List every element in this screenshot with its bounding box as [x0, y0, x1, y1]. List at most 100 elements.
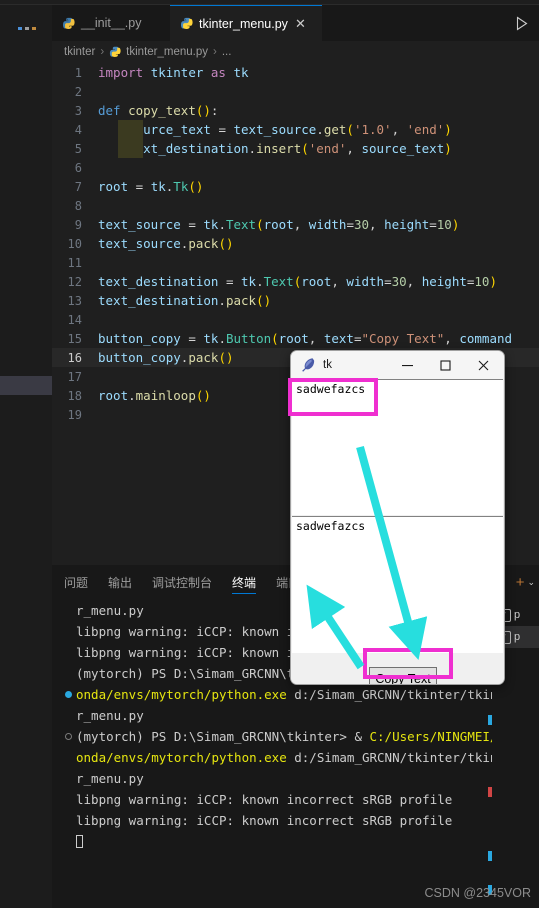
line-number: 1: [74, 65, 82, 80]
code-text: text_destination.pack(): [98, 293, 272, 308]
tab-label: tkinter_menu.py: [199, 16, 288, 31]
python-icon: [110, 46, 121, 58]
panel-tab-0[interactable]: 问题: [64, 565, 88, 600]
close-button[interactable]: [467, 351, 500, 379]
code-text: text_source.pack(): [98, 236, 234, 251]
code-line[interactable]: 9 text_source = tk.Text(root, width=30, h…: [52, 215, 539, 234]
breadcrumb-separator-icon: ›: [213, 46, 217, 58]
code-line[interactable]: 2: [52, 82, 539, 101]
python-icon: [62, 17, 75, 29]
code-text: text_destination = tk.Text(root, width=3…: [98, 274, 497, 289]
terminal-line: (mytorch) PS D:\Simam_GRCNN\tkinter> & C…: [60, 726, 492, 747]
tk-destination-textarea[interactable]: sadwefazcs: [292, 516, 503, 653]
terminal-text: r_menu.py: [76, 771, 144, 786]
indent-guide: [118, 120, 143, 139]
code-line[interactable]: 15 button_copy = tk.Button(root, text="Co…: [52, 329, 539, 348]
panel-tab-2[interactable]: 调试控制台: [152, 565, 212, 600]
code-line[interactable]: 8: [52, 196, 539, 215]
code-text: text_source = tk.Text(root, width=30, he…: [98, 217, 460, 232]
terminal-text: r_menu.py: [76, 708, 144, 723]
code-text: source_text = text_source.get('1.0', 'en…: [128, 122, 452, 137]
code-text: text_destination.insert('end', source_te…: [128, 141, 452, 156]
close-icon: [478, 360, 489, 370]
editor-tab-bar: __init__.py tkinter_menu.py ✕: [52, 5, 539, 41]
line-number: 16: [67, 350, 82, 365]
code-line[interactable]: 5 text_destination.insert('end', source_…: [52, 139, 539, 158]
panel-tab-1[interactable]: 输出: [108, 565, 132, 600]
code-line[interactable]: 10 text_source.pack(): [52, 234, 539, 253]
line-number: 14: [67, 312, 82, 327]
panel-actions: + ⌄: [516, 565, 535, 600]
terminal-line: onda/envs/mytorch/python.exe d:/Simam_GR…: [60, 747, 492, 768]
tk-title-bar[interactable]: tk: [291, 351, 504, 379]
code-line[interactable]: 13 text_destination.pack(): [52, 291, 539, 310]
command-decoration-icon: [60, 691, 76, 698]
close-icon[interactable]: ✕: [295, 17, 306, 30]
maximize-button[interactable]: [429, 351, 462, 379]
line-number: 5: [74, 141, 82, 156]
code-line[interactable]: 11: [52, 253, 539, 272]
line-number: 18: [67, 388, 82, 403]
terminal-line: libpng warning: iCCP: known incorrect sR…: [60, 810, 492, 831]
tkinter-window[interactable]: tk sadwefazcs sadwefazcs Copy Text: [290, 350, 505, 685]
code-line[interactable]: 12 text_destination = tk.Text(root, width…: [52, 272, 539, 291]
scrollbar-tick-error: [488, 787, 492, 797]
terminal-line: onda/envs/mytorch/python.exe d:/Simam_GR…: [60, 684, 492, 705]
new-terminal-button[interactable]: +: [516, 574, 525, 591]
tk-source-textarea[interactable]: sadwefazcs: [292, 379, 503, 515]
indent-guide: [118, 139, 143, 158]
copy-text-button[interactable]: Copy Text: [369, 667, 437, 684]
terminal-line: libpng warning: iCCP: known incorrect sR…: [60, 789, 492, 810]
code-line[interactable]: 3 def copy_text():: [52, 101, 539, 120]
sidebar-strip: [0, 5, 52, 908]
terminal-text: libpng warning: iCCP: known incorrect sR…: [76, 813, 453, 828]
scrollbar-tick-info: [488, 851, 492, 861]
terminal-list-label: p: [514, 631, 521, 643]
line-number: 17: [67, 369, 82, 384]
tab-init-py[interactable]: __init__.py: [52, 5, 170, 41]
sidebar-selected-row[interactable]: [0, 376, 52, 395]
scrollbar-tick-info: [488, 715, 492, 725]
play-icon: [516, 15, 528, 31]
code-line[interactable]: 4 source_text = text_source.get('1.0', '…: [52, 120, 539, 139]
line-number: 2: [74, 84, 82, 99]
panel-tab-3[interactable]: 终端: [232, 565, 257, 600]
line-number: 10: [67, 236, 82, 251]
line-number: 6: [74, 160, 82, 175]
breadcrumb-file[interactable]: tkinter_menu.py: [126, 46, 208, 58]
tk-window-body: sadwefazcs sadwefazcs Copy Text: [291, 379, 504, 684]
breadcrumb[interactable]: tkinter › tkinter_menu.py › ...: [52, 41, 539, 63]
command-decoration-icon: [60, 733, 76, 740]
terminal-text: r_menu.py: [76, 603, 144, 618]
watermark: CSDN @2345VOR: [424, 886, 531, 900]
terminal-list-label: p: [514, 609, 521, 621]
terminal-line: r_menu.py: [60, 768, 492, 789]
line-number: 13: [67, 293, 82, 308]
minimize-button[interactable]: [391, 351, 424, 379]
line-number: 12: [67, 274, 82, 289]
chevron-down-icon[interactable]: ⌄: [527, 577, 535, 588]
breadcrumb-symbols[interactable]: ...: [222, 46, 232, 58]
terminal-text: [76, 834, 83, 849]
code-line[interactable]: 6: [52, 158, 539, 177]
code-line[interactable]: 1 import tkinter as tk: [52, 63, 539, 82]
tab-tkinter-menu-py[interactable]: tkinter_menu.py ✕: [170, 5, 322, 41]
minimize-icon: [402, 364, 413, 366]
line-number: 11: [67, 255, 82, 270]
line-number: 8: [74, 198, 82, 213]
terminal-text: libpng warning: iCCP: known incorrect sR…: [76, 792, 453, 807]
tab-label: __init__.py: [81, 16, 142, 30]
code-line[interactable]: 14: [52, 310, 539, 329]
terminal-text: onda/envs/mytorch/python.exe d:/Simam_GR…: [76, 687, 492, 702]
code-line[interactable]: 7 root = tk.Tk(): [52, 177, 539, 196]
code-text: import tkinter as tk: [98, 65, 249, 80]
run-button[interactable]: [511, 12, 533, 34]
ellipsis-glyph: [18, 27, 36, 30]
tk-title-label: tk: [323, 359, 332, 371]
line-number: 7: [74, 179, 82, 194]
code-text: def copy_text():: [98, 103, 219, 118]
tkinter-feather-icon: [302, 358, 315, 372]
breadcrumb-folder[interactable]: tkinter: [64, 46, 95, 58]
more-actions-icon[interactable]: [16, 19, 40, 37]
terminal-text: (mytorch) PS D:\Simam_GRCNN\tkinter> & C…: [76, 729, 492, 744]
